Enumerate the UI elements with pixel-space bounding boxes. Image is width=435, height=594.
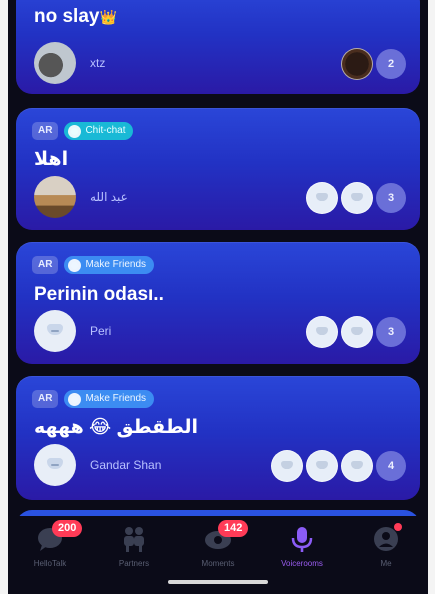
- room-card[interactable]: no slay👑 xtz 2: [16, 0, 420, 94]
- room-title: no slay👑: [34, 6, 117, 28]
- friends-topic-icon: [68, 258, 82, 272]
- room-card[interactable]: AR Make Friends الطقطق 😂 هههه Gandar Sha…: [16, 376, 420, 500]
- member-avatar: [341, 48, 373, 80]
- room-tags: AR Make Friends: [32, 390, 155, 408]
- crown-emoji: 👑: [99, 9, 117, 25]
- host-name: xtz: [90, 56, 106, 70]
- topic-label: Chit-chat: [85, 125, 126, 136]
- room-title: اهلا: [34, 149, 69, 170]
- room-members: 4: [268, 450, 406, 482]
- member-avatar: [306, 182, 338, 214]
- member-avatar: [306, 450, 338, 482]
- host-avatar[interactable]: [34, 42, 76, 84]
- room-tags: AR Chit-chat: [32, 122, 134, 140]
- tab-label: Me: [380, 559, 392, 568]
- tab-label: Partners: [118, 559, 150, 568]
- topic-label: Make Friends: [85, 393, 147, 404]
- host-name: Peri: [90, 324, 112, 338]
- room-title-text: no slay: [34, 6, 100, 27]
- language-tag: AR: [32, 390, 59, 408]
- friends-topic-icon: [68, 392, 82, 406]
- host-name: عبد الله: [90, 190, 128, 204]
- tab-label: Moments: [201, 559, 235, 568]
- room-card[interactable]: AR Make Friends Perinin odası.. Peri 3: [16, 242, 420, 364]
- tab-voicerooms[interactable]: Voicerooms: [260, 516, 344, 594]
- member-avatar: [271, 450, 303, 482]
- topic-tag: Chit-chat: [64, 122, 134, 140]
- topic-label: Make Friends: [85, 259, 147, 270]
- tab-label: HelloTalk: [33, 559, 67, 568]
- member-avatar: [341, 182, 373, 214]
- room-host[interactable]: Peri: [34, 310, 111, 352]
- tab-partners[interactable]: Partners: [92, 516, 176, 594]
- room-host[interactable]: Gandar Shan: [34, 444, 161, 486]
- notification-dot: [394, 523, 402, 531]
- room-host[interactable]: xtz: [34, 42, 105, 84]
- host-name: Gandar Shan: [90, 458, 162, 472]
- member-avatar: [341, 316, 373, 348]
- member-avatar: [341, 450, 373, 482]
- unread-badge: 142: [218, 520, 249, 537]
- room-members: 2: [338, 48, 406, 80]
- tab-hellotalk[interactable]: 200 HelloTalk: [8, 516, 92, 594]
- room-title: Perinin odası..: [34, 284, 164, 305]
- room-card[interactable]: AR Chit-chat اهلا عبد الله 3: [16, 108, 420, 230]
- host-avatar[interactable]: [34, 176, 76, 218]
- tab-me[interactable]: Me: [344, 516, 428, 594]
- unread-badge: 200: [52, 520, 83, 537]
- microphone-icon: [287, 525, 317, 553]
- topic-tag: Make Friends: [64, 390, 155, 408]
- language-tag: AR: [32, 122, 59, 140]
- member-avatar: [306, 316, 338, 348]
- people-icon: [119, 525, 149, 553]
- room-host[interactable]: عبد الله: [34, 176, 128, 218]
- host-avatar[interactable]: [34, 444, 76, 486]
- home-indicator[interactable]: [168, 580, 268, 584]
- member-count: 2: [376, 49, 406, 79]
- member-count: 3: [376, 183, 406, 213]
- room-title: الطقطق 😂 هههه: [34, 417, 199, 438]
- member-count: 4: [376, 451, 406, 481]
- room-tags: AR Make Friends: [32, 256, 155, 274]
- host-avatar[interactable]: [34, 310, 76, 352]
- language-tag: AR: [32, 256, 59, 274]
- app-screen: no slay👑 xtz 2 AR Chit-chat اهلا عبد الل…: [8, 0, 428, 594]
- tab-label: Voicerooms: [281, 559, 323, 568]
- chat-topic-icon: [68, 124, 82, 138]
- room-members: 3: [303, 182, 406, 214]
- topic-tag: Make Friends: [64, 256, 155, 274]
- room-members: 3: [303, 316, 406, 348]
- member-count: 3: [376, 317, 406, 347]
